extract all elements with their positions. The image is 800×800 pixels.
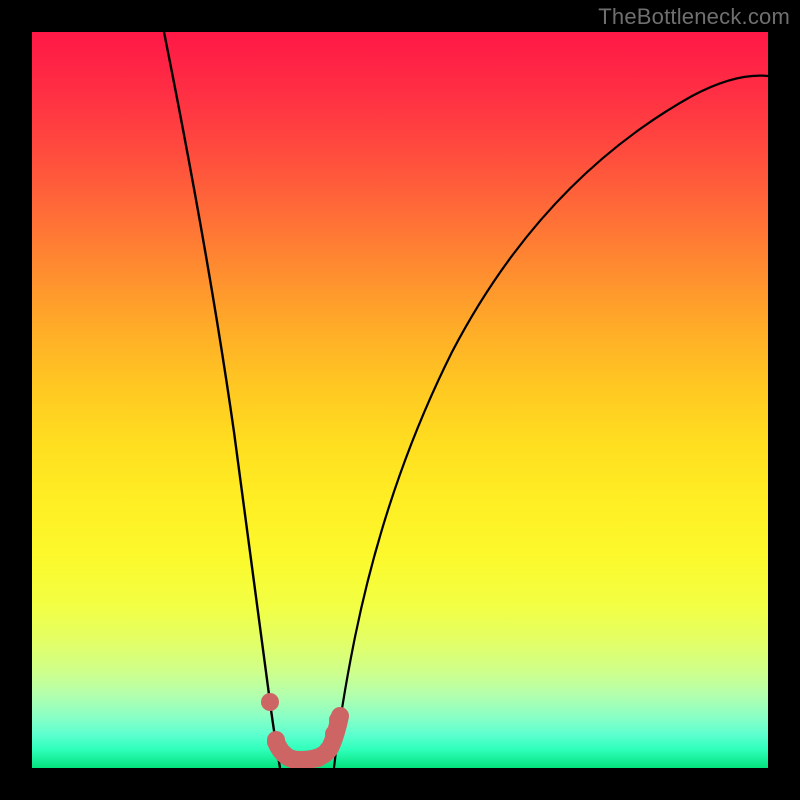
valley-marker-dot [329, 711, 347, 729]
watermark-text: TheBottleneck.com [598, 4, 790, 30]
valley-marker-dot [319, 741, 337, 759]
plot-area [32, 32, 768, 768]
left-curve [164, 32, 280, 768]
right-curve [334, 76, 768, 768]
chart-container: TheBottleneck.com [0, 0, 800, 800]
valley-marker-dot [261, 693, 279, 711]
chart-svg [32, 32, 768, 768]
